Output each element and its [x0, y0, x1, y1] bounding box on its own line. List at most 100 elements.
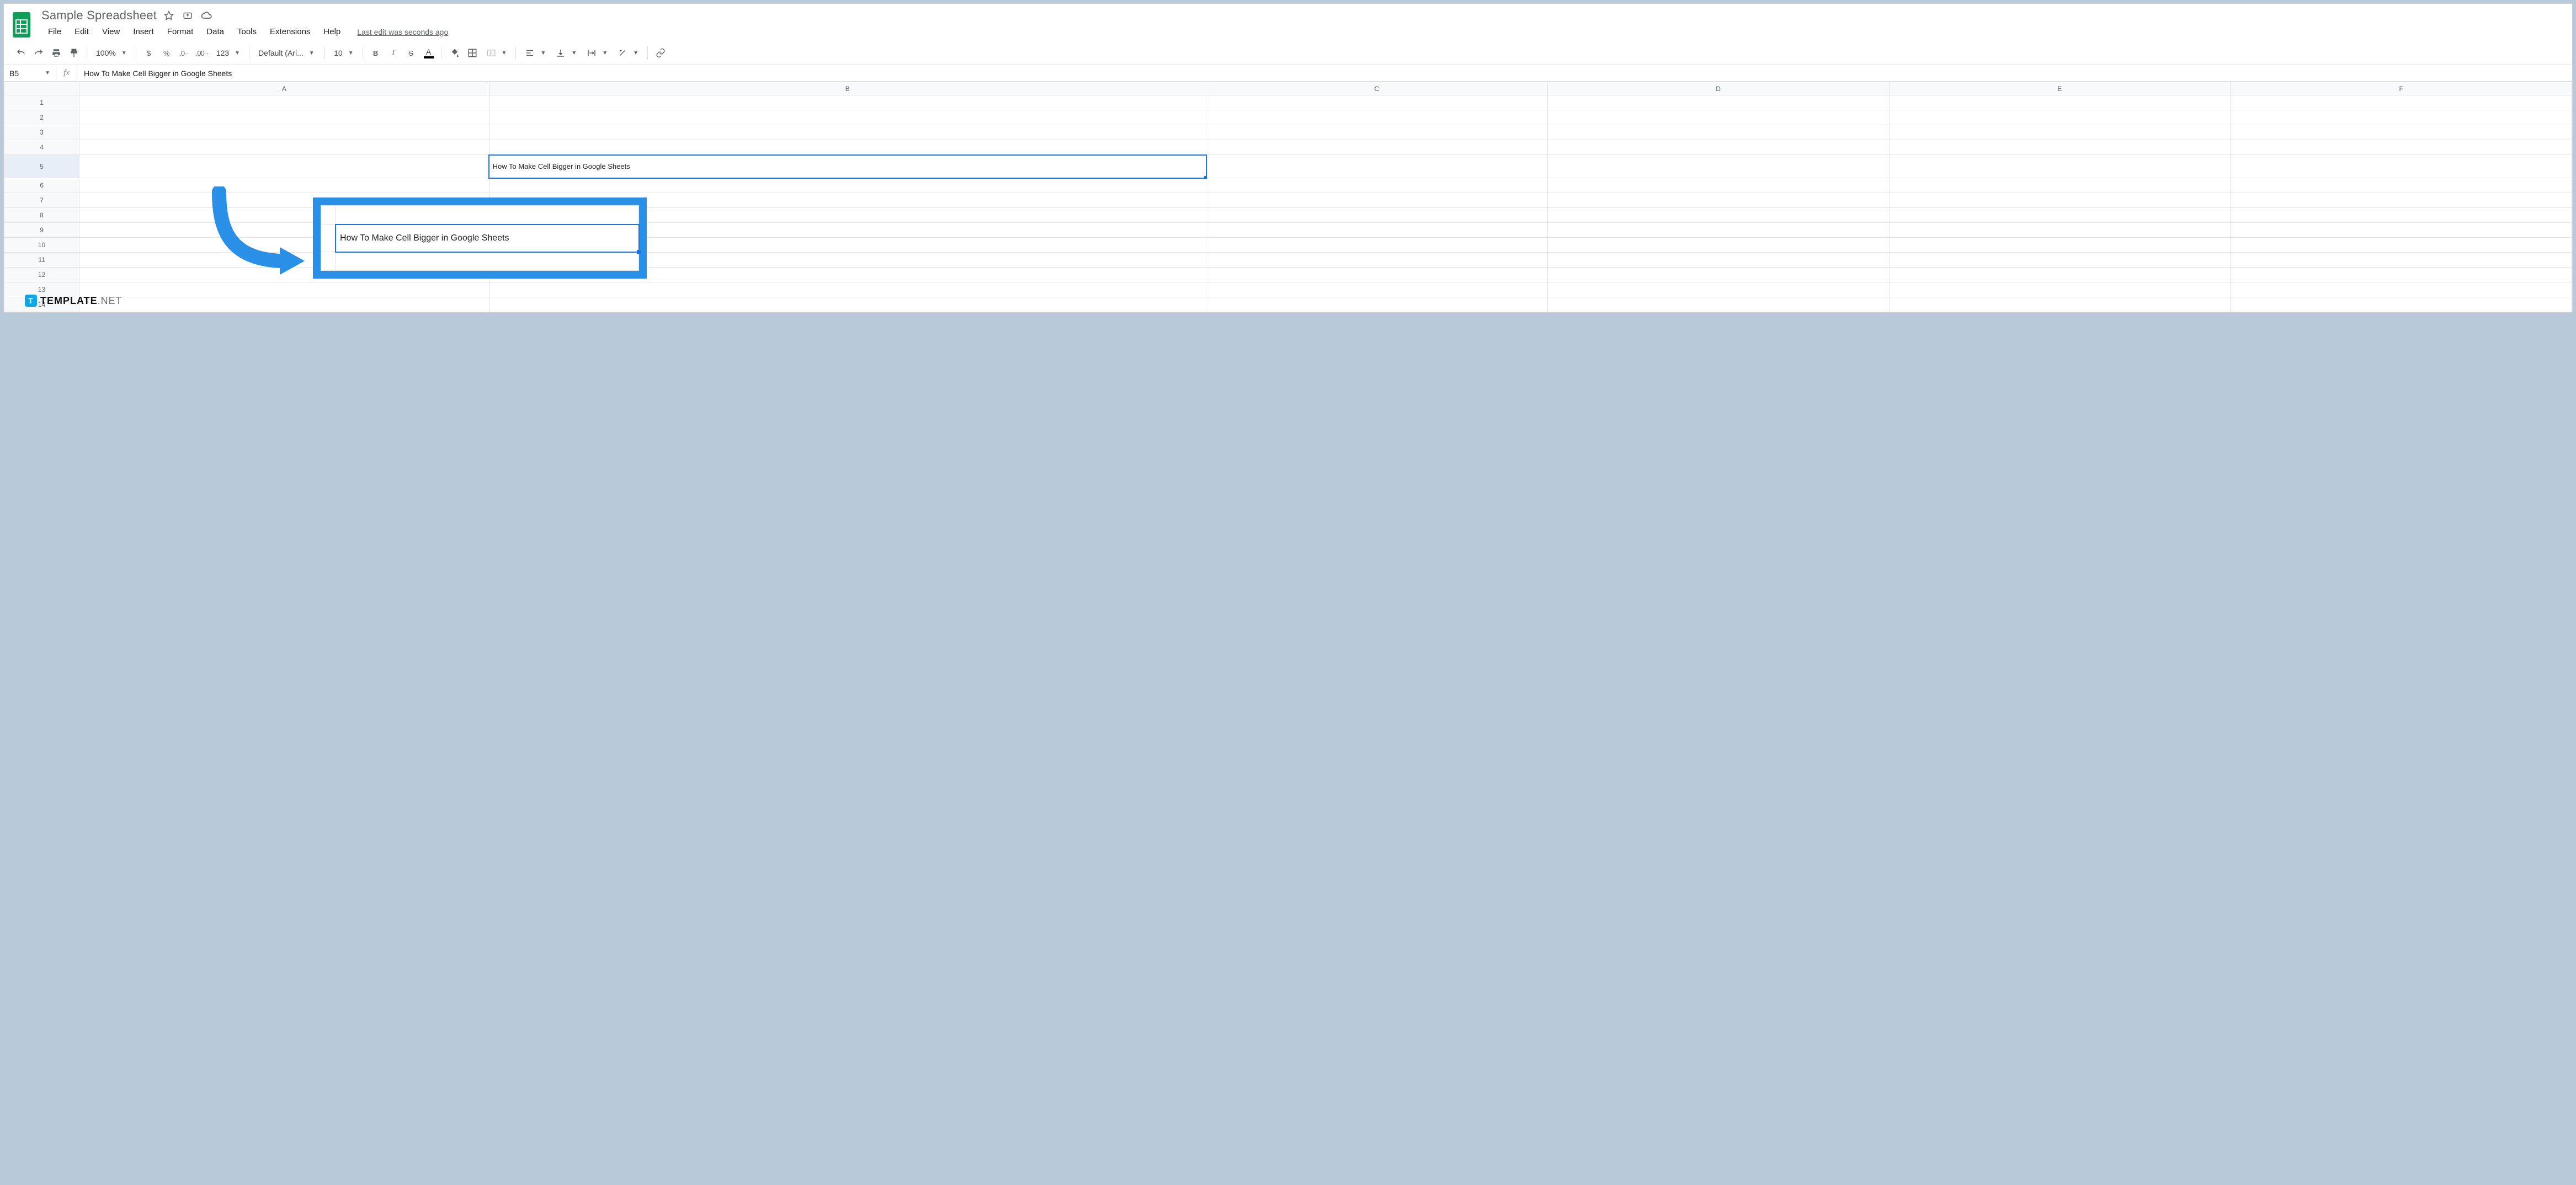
cell[interactable] [1547, 268, 1889, 282]
decrease-decimal-button[interactable]: .0← [176, 45, 193, 61]
cell-B5-selected[interactable]: How To Make Cell Bigger in Google Sheets [489, 155, 1206, 178]
print-button[interactable] [48, 45, 65, 61]
cell[interactable] [1206, 282, 1548, 297]
bold-button[interactable]: B [368, 45, 384, 61]
cell[interactable] [1206, 110, 1548, 125]
cell[interactable] [79, 125, 489, 140]
cell[interactable] [1206, 223, 1548, 238]
cell[interactable] [79, 297, 489, 312]
row-header-8[interactable]: 8 [4, 208, 79, 223]
horizontal-align-dropdown[interactable]: ▼ [520, 48, 550, 58]
strikethrough-button[interactable]: S [403, 45, 419, 61]
cell[interactable] [79, 178, 489, 193]
cell[interactable] [1547, 238, 1889, 253]
cell[interactable] [1889, 268, 2231, 282]
col-header-E[interactable]: E [1889, 82, 2231, 95]
menu-data[interactable]: Data [200, 24, 231, 40]
cell[interactable] [1206, 208, 1548, 223]
cell[interactable] [1889, 208, 2231, 223]
cell[interactable] [1547, 178, 1889, 193]
row-header-10[interactable]: 10 [4, 238, 79, 253]
cell[interactable] [2231, 282, 2572, 297]
currency-button[interactable]: $ [141, 45, 157, 61]
cell[interactable] [1206, 95, 1548, 110]
cell[interactable] [1889, 95, 2231, 110]
cell[interactable] [2231, 253, 2572, 268]
vertical-align-dropdown[interactable]: ▼ [551, 48, 581, 58]
cell[interactable] [79, 282, 489, 297]
cell[interactable] [1889, 178, 2231, 193]
cell[interactable] [489, 140, 1206, 155]
cell[interactable] [2231, 110, 2572, 125]
cell[interactable] [489, 125, 1206, 140]
font-dropdown[interactable]: Default (Ari...▼ [254, 49, 320, 57]
cell[interactable] [1889, 282, 2231, 297]
merge-cells-dropdown[interactable]: ▼ [482, 48, 512, 58]
cell[interactable] [79, 155, 489, 178]
cell[interactable] [2231, 155, 2572, 178]
cell[interactable] [1889, 297, 2231, 312]
row-header-7[interactable]: 7 [4, 193, 79, 208]
italic-button[interactable]: I [385, 45, 402, 61]
col-header-A[interactable]: A [79, 82, 489, 95]
cell[interactable] [79, 140, 489, 155]
star-icon[interactable] [162, 9, 175, 22]
cell[interactable] [1206, 125, 1548, 140]
cell[interactable] [2231, 95, 2572, 110]
cell[interactable] [1547, 297, 1889, 312]
cell[interactable] [1547, 95, 1889, 110]
row-header-11[interactable]: 11 [4, 253, 79, 268]
cell[interactable] [2231, 178, 2572, 193]
cell[interactable] [1206, 140, 1548, 155]
text-wrap-dropdown[interactable]: ▼ [582, 48, 612, 58]
cell[interactable] [1547, 208, 1889, 223]
cell[interactable] [1547, 282, 1889, 297]
cell[interactable] [1889, 193, 2231, 208]
document-title[interactable]: Sample Spreadsheet [41, 8, 157, 23]
cell[interactable] [1889, 140, 2231, 155]
sheets-app-icon[interactable] [9, 8, 34, 41]
menu-edit[interactable]: Edit [68, 24, 95, 40]
zoom-dropdown[interactable]: 100%▼ [92, 49, 131, 57]
row-header-2[interactable]: 2 [4, 110, 79, 125]
cell[interactable] [1547, 140, 1889, 155]
cell[interactable] [489, 282, 1206, 297]
increase-decimal-button[interactable]: .00→ [194, 45, 211, 61]
cell[interactable] [2231, 297, 2572, 312]
menu-tools[interactable]: Tools [231, 24, 263, 40]
row-header-5[interactable]: 5 [4, 155, 79, 178]
cell[interactable] [489, 110, 1206, 125]
name-box[interactable]: B5 ▼ [4, 65, 56, 81]
cell[interactable] [489, 297, 1206, 312]
cell[interactable] [2231, 193, 2572, 208]
cell[interactable] [1206, 238, 1548, 253]
col-header-D[interactable]: D [1547, 82, 1889, 95]
cell[interactable] [79, 95, 489, 110]
cloud-status-icon[interactable] [200, 9, 213, 22]
number-format-dropdown[interactable]: 123▼ [212, 49, 244, 57]
row-header-6[interactable]: 6 [4, 178, 79, 193]
cell[interactable] [1889, 223, 2231, 238]
redo-button[interactable] [30, 45, 47, 61]
cell[interactable] [1206, 268, 1548, 282]
last-edit-link[interactable]: Last edit was seconds ago [357, 28, 448, 36]
cell[interactable] [1889, 253, 2231, 268]
move-to-drive-icon[interactable] [181, 9, 194, 22]
cell[interactable] [1547, 155, 1889, 178]
cell[interactable] [2231, 208, 2572, 223]
menu-file[interactable]: File [41, 24, 68, 40]
paint-format-button[interactable] [66, 45, 82, 61]
row-header-4[interactable]: 4 [4, 140, 79, 155]
cell[interactable] [1206, 178, 1548, 193]
menu-extensions[interactable]: Extensions [263, 24, 317, 40]
cell[interactable] [1206, 155, 1548, 178]
cell[interactable] [2231, 223, 2572, 238]
cell[interactable] [1547, 110, 1889, 125]
cell[interactable] [1547, 193, 1889, 208]
cell[interactable] [1889, 125, 2231, 140]
menu-view[interactable]: View [95, 24, 126, 40]
cell[interactable] [1547, 125, 1889, 140]
percent-button[interactable]: % [158, 45, 175, 61]
cell[interactable] [2231, 268, 2572, 282]
formula-input[interactable] [77, 65, 2572, 81]
